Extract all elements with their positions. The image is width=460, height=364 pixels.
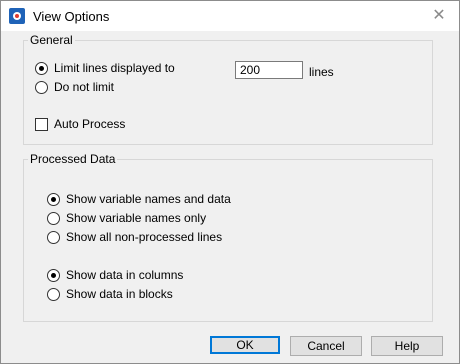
radio-label: Show variable names and data — [66, 192, 231, 206]
radio-selected-icon — [47, 268, 60, 282]
radio-unselected-icon — [47, 211, 60, 225]
app-logo-icon — [9, 8, 25, 24]
radio-label: Show all non-processed lines — [66, 230, 223, 244]
radio-unselected-icon — [47, 287, 60, 301]
lines-unit-label: lines — [309, 65, 334, 79]
cancel-button[interactable]: Cancel — [290, 336, 362, 356]
dialog-title: View Options — [33, 9, 110, 24]
radio-selected-icon — [47, 192, 60, 206]
checkbox-unchecked-icon — [35, 117, 48, 131]
radio-selected-icon — [35, 61, 48, 75]
checkbox-label: Auto Process — [54, 117, 126, 131]
close-icon[interactable]: ✕ — [427, 5, 451, 27]
radio-show-names-only[interactable]: Show variable names only — [47, 210, 206, 226]
title-bar: View Options ✕ — [1, 1, 459, 31]
ok-button[interactable]: OK — [210, 336, 280, 354]
radio-label: Show data in columns — [66, 268, 184, 282]
radio-show-data-in-columns[interactable]: Show data in columns — [47, 267, 183, 283]
auto-process-checkbox[interactable]: Auto Process — [35, 116, 125, 132]
view-options-dialog: View Options ✕ General Limit lines displ… — [0, 0, 460, 364]
radio-do-not-limit[interactable]: Do not limit — [35, 79, 114, 95]
radio-label: Do not limit — [54, 80, 115, 94]
radio-label: Show variable names only — [66, 211, 207, 225]
help-button[interactable]: Help — [371, 336, 443, 356]
lines-input-wrapper — [235, 61, 303, 79]
radio-unselected-icon — [47, 230, 60, 244]
radio-show-non-processed[interactable]: Show all non-processed lines — [47, 229, 222, 245]
radio-unselected-icon — [35, 80, 48, 94]
radio-show-data-in-blocks[interactable]: Show data in blocks — [47, 286, 173, 302]
lines-limit-input[interactable] — [235, 61, 303, 79]
radio-label: Show data in blocks — [66, 287, 173, 301]
radio-limit-lines[interactable]: Limit lines displayed to — [35, 60, 175, 76]
general-legend: General — [30, 33, 73, 47]
radio-show-names-and-data[interactable]: Show variable names and data — [47, 191, 231, 207]
processed-data-legend: Processed Data — [30, 152, 116, 166]
radio-label: Limit lines displayed to — [54, 61, 175, 75]
